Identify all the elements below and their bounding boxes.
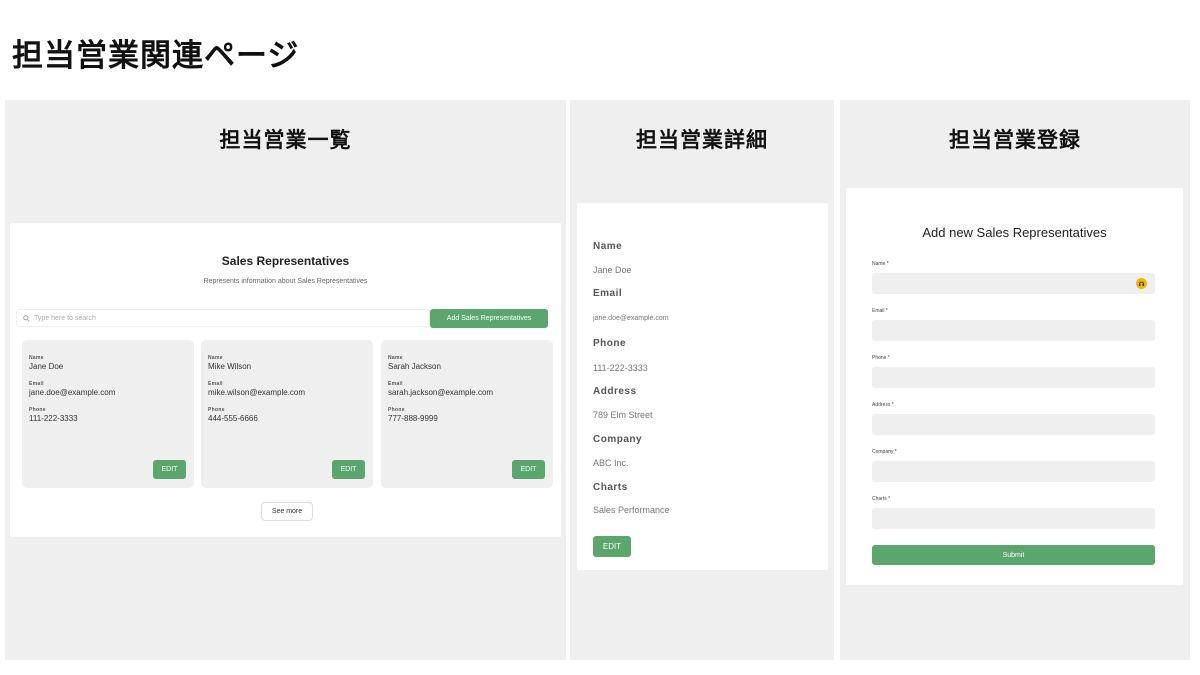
- headset-icon: [1138, 281, 1145, 286]
- rep-detail-screen: Name Jane Doe Email jane.doe@example.com…: [577, 203, 828, 570]
- phone-label: Phone: [208, 407, 225, 413]
- detail-panel-heading: 担当営業詳細: [636, 128, 768, 152]
- email-field[interactable]: [872, 320, 1155, 341]
- rep-phone: 111-222-3333: [29, 414, 78, 423]
- edit-button[interactable]: EDIT: [153, 460, 186, 479]
- page-title: 担当営業関連ページ: [12, 38, 300, 74]
- detail-charts-value: Sales Performance: [593, 505, 670, 515]
- email-field-label: Email *: [872, 308, 888, 314]
- detail-company-value: ABC Inc.: [593, 458, 629, 468]
- phone-label: Phone: [29, 407, 46, 413]
- address-field-label: Address *: [872, 402, 894, 408]
- detail-address-label: Address: [593, 386, 637, 397]
- rep-phone: 777-888-9999: [388, 414, 438, 423]
- detail-name-label: Name: [593, 241, 623, 252]
- detail-company-label: Company: [593, 434, 643, 445]
- rep-name: Sarah Jackson: [388, 362, 441, 371]
- detail-charts-label: Charts: [593, 482, 628, 493]
- search-icon: [23, 314, 30, 322]
- rep-card[interactable]: Name Sarah Jackson Email sarah.jackson@e…: [381, 340, 553, 488]
- name-field[interactable]: [872, 273, 1155, 294]
- search-placeholder: Type here to search: [34, 314, 96, 322]
- list-subtitle: Represents information about Sales Repre…: [203, 278, 368, 285]
- address-field[interactable]: [872, 414, 1155, 435]
- detail-panel: 担当営業詳細 Name Jane Doe Email jane.doe@exam…: [570, 100, 834, 660]
- rep-list-screen: Sales Representatives Represents informa…: [10, 223, 561, 537]
- name-label: Name: [29, 355, 44, 361]
- rep-register-form: Add new Sales Representatives Name * Ema…: [846, 188, 1183, 585]
- detail-edit-button[interactable]: EDIT: [593, 536, 631, 557]
- detail-name-value: Jane Doe: [593, 265, 632, 275]
- company-field-label: Company *: [872, 449, 897, 455]
- register-panel-heading: 担当営業登録: [949, 128, 1081, 152]
- rep-card[interactable]: Name Jane Doe Email jane.doe@example.com…: [22, 340, 194, 488]
- rep-name: Mike Wilson: [208, 362, 252, 371]
- submit-button[interactable]: Submit: [872, 545, 1155, 565]
- edit-button[interactable]: EDIT: [512, 460, 545, 479]
- add-sales-rep-button[interactable]: Add Sales Representatives: [430, 309, 548, 328]
- register-panel: 担当営業登録 Add new Sales Representatives Nam…: [840, 100, 1190, 660]
- phone-field-label: Phone *: [872, 355, 890, 361]
- name-label: Name: [388, 355, 403, 361]
- email-label: Email: [388, 381, 403, 387]
- edit-button[interactable]: EDIT: [332, 460, 365, 479]
- email-label: Email: [208, 381, 223, 387]
- phone-label: Phone: [388, 407, 405, 413]
- name-field-label: Name *: [872, 261, 889, 267]
- detail-address-value: 789 Elm Street: [593, 410, 653, 420]
- email-label: Email: [29, 381, 44, 387]
- charts-field[interactable]: [872, 508, 1155, 529]
- rep-card[interactable]: Name Mike Wilson Email mike.wilson@examp…: [201, 340, 373, 488]
- detail-phone-label: Phone: [593, 338, 627, 349]
- rep-name: Jane Doe: [29, 362, 64, 371]
- see-more-button[interactable]: See more: [261, 502, 313, 521]
- rep-email: sarah.jackson@example.com: [388, 388, 494, 397]
- rep-phone: 444-555-6666: [208, 414, 258, 423]
- detail-phone-value: 111-222-3333: [593, 363, 648, 373]
- list-panel-heading: 担当営業一覧: [219, 128, 352, 152]
- detail-email-label: Email: [593, 288, 623, 299]
- company-field[interactable]: [872, 461, 1155, 482]
- phone-field[interactable]: [872, 367, 1155, 388]
- name-label: Name: [208, 355, 223, 361]
- form-title: Add new Sales Representatives: [922, 225, 1107, 240]
- detail-email-value: jane.doe@example.com: [593, 315, 669, 322]
- search-input[interactable]: Type here to search: [16, 309, 430, 327]
- charts-field-label: Charts *: [872, 496, 891, 502]
- rep-email: mike.wilson@example.com: [208, 388, 306, 397]
- list-panel: 担当営業一覧 Sales Representatives Represents …: [5, 100, 566, 660]
- avatar-icon: [1136, 278, 1147, 289]
- rep-email: jane.doe@example.com: [29, 388, 116, 397]
- list-title: Sales Representatives: [221, 254, 350, 268]
